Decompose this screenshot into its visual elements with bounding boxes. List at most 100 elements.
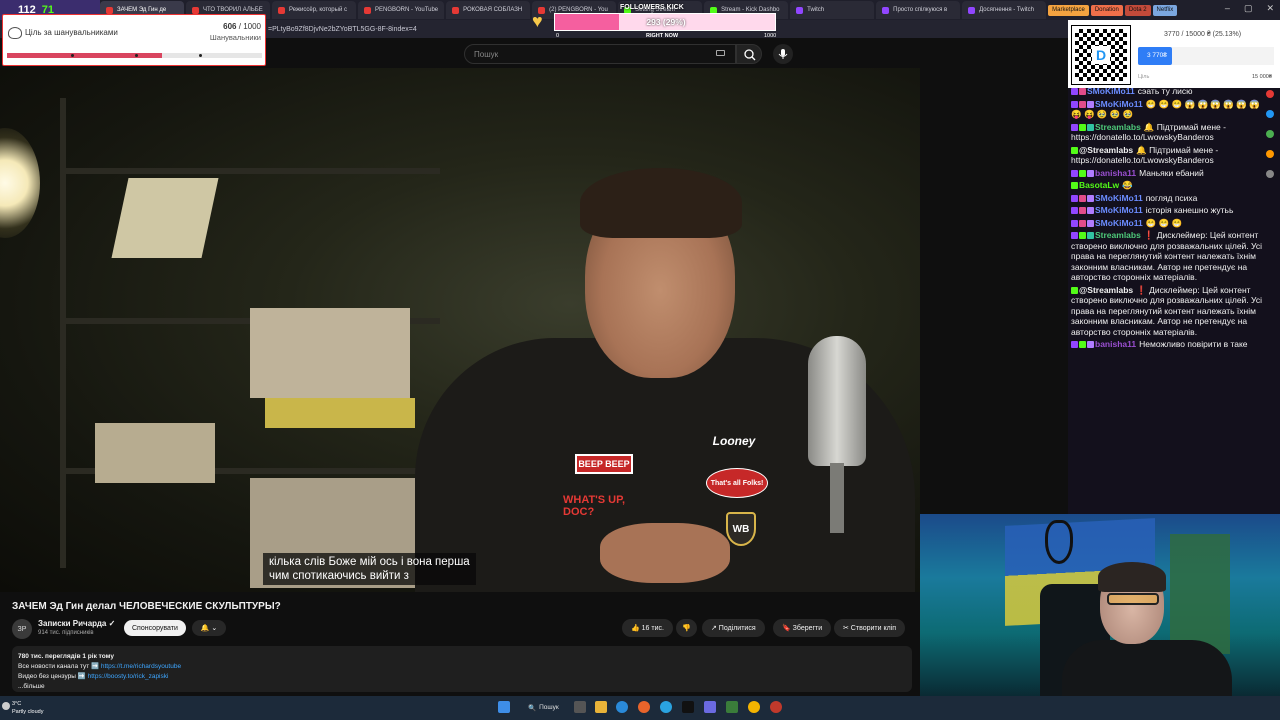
chat-username[interactable]: SMoKiMo11 [1095,99,1143,109]
file-explorer-icon[interactable] [595,701,607,713]
badge-icon [1071,182,1078,189]
cloud-icon [8,27,22,39]
badge-icon [1071,207,1078,214]
badge-icon [1071,219,1078,227]
description-text: Все новости канала тут ➡️ [18,663,101,670]
close-icon[interactable]: ✕ [1266,3,1274,14]
task-view-icon[interactable] [574,701,586,713]
telegram-icon[interactable] [660,701,672,713]
chat-username[interactable]: BasotaLw [1079,180,1119,190]
youtube-icon [192,6,199,14]
telegram-link[interactable]: https://t.me/richardsyoutube [101,663,181,670]
voice-search-button[interactable] [773,44,793,64]
studio-microphone [808,336,866,466]
chat-username[interactable]: banisha11 [1095,339,1136,349]
followers-kick-max: 1000 [764,33,777,39]
chat-text: Неможливо повірити в таке [1139,339,1248,349]
bookmark-item[interactable]: Dota 2 [1124,4,1151,16]
chat-username[interactable]: Streamlabs [1095,230,1141,240]
notification-bell-button[interactable]: 🔔 ⌄ [192,620,226,636]
chat-username[interactable]: SMoKiMo11 [1095,193,1143,203]
chat-text: 😂 [1122,180,1133,190]
share-button[interactable]: ↗ Поділитися [702,619,765,637]
taskbar-search[interactable]: 🔍 Пошук [522,701,565,714]
books [250,308,410,398]
discord-icon[interactable] [704,701,716,713]
minimize-icon[interactable]: – [1225,3,1230,14]
badge-icon [1079,100,1086,108]
maximize-icon[interactable]: ▢ [1244,3,1253,14]
save-button[interactable]: 🔖 Зберегти [773,619,832,637]
browser-tab[interactable]: Досягнення - Twitch [962,1,1047,19]
sidebar-app-icon[interactable] [1265,150,1274,158]
patch-whats-up: WHAT'S UP, DOC? [563,494,626,518]
video-title: ЗАЧЕМ Эд Гин делал ЧЕЛОВЕЧЕСКИЕ СКУЛЬПТУ… [12,601,281,612]
show-more-link[interactable]: ...більше [18,682,906,692]
badge-icon [1087,123,1094,131]
chat-username[interactable]: Streamlabs [1095,122,1141,132]
browser-tab[interactable]: Просто спілкуюся в [876,1,961,19]
video-player[interactable]: BEEP BEEP WHAT'S UP, DOC? Looney That's … [0,68,920,592]
chat-username[interactable]: banisha11 [1095,168,1136,178]
sidebar-add-icon[interactable] [1265,170,1274,178]
sponsor-button[interactable]: Спонсорувати [124,620,186,636]
chrome-icon[interactable] [748,701,760,713]
youtube-icon [364,6,371,14]
obs-icon[interactable] [682,701,694,713]
video-description[interactable]: 780 тис. переглядів 1 рік тому Все новос… [12,646,912,692]
bookmark-item[interactable]: Netflix [1152,4,1178,16]
search-input[interactable]: Пошук [464,44,736,64]
weather-icon[interactable] [2,702,10,710]
dislike-button[interactable]: 👎 [676,619,697,637]
chat-username[interactable]: @Streamlabs [1079,145,1133,155]
edge-icon[interactable] [616,701,628,713]
bookmark-item[interactable]: Marketplace [1048,4,1089,16]
sidebar-app-icon[interactable] [1265,90,1274,98]
start-icon[interactable] [498,701,510,713]
chat-message: SMoKiMo11 історія канешно жутьь [1071,205,1267,216]
channel-avatar[interactable]: ЗР [12,619,32,639]
channel-name[interactable]: Записки Ричарда ✓ [38,619,115,628]
view-stats: 780 тис. переглядів 1 рік тому [18,653,114,660]
keyboard-icon[interactable] [716,50,725,56]
firefox-icon[interactable] [638,701,650,713]
chat-username[interactable]: SMoKiMo11 [1095,218,1143,228]
browser-tab[interactable]: Twitch [790,1,875,19]
chat-text: погляд психа [1145,192,1198,203]
tab-label: Режиссёр, который с [289,7,347,13]
browser-tab[interactable]: РОКОВАЯ СОБЛАЗН [446,1,531,19]
app-icon[interactable] [770,701,782,713]
browser-tab[interactable]: Режиссёр, который с [272,1,356,19]
browser-sidebar [1259,86,1280,216]
browser-tab[interactable]: PENGBORN - YouTube [358,1,445,19]
donation-left-label: Ціль [1138,74,1150,80]
app-icon[interactable] [726,701,738,713]
window-controls: – ▢ ✕ [1225,3,1274,14]
chat-username[interactable]: SMoKiMo11 [1087,86,1135,96]
goal-marker [71,54,74,57]
badge-icon [1079,232,1086,239]
like-button[interactable]: 👍 16 тис. [622,619,673,637]
heart-icon: ♥ [532,11,543,31]
chat-text: Маньяки ебаний [1139,167,1204,178]
chat-username[interactable]: SMoKiMo11 [1095,205,1143,215]
sidebar-app-icon[interactable] [1265,130,1274,138]
description-line: Все новости канала тут ➡️ https://t.me/r… [18,662,906,672]
subtitle-line: кілька слів Боже мій ось і вона перша [269,556,470,568]
create-clip-button[interactable]: ✂ Створити кліп [834,619,906,637]
sticky-notes [265,398,415,428]
donation-total: 3770 / 15000 ₴ (25.13%) [1164,31,1242,38]
tab-label: РОКОВАЯ СОБЛАЗН [463,7,523,13]
goal-marker [135,54,138,57]
bookmark-item[interactable]: Donation [1090,4,1123,16]
search-button[interactable] [736,44,762,64]
chat-username[interactable]: @Streamlabs [1079,285,1133,295]
badge-icon [1087,100,1094,108]
subtitle-line: чим спотикаючись вийти з [269,570,409,582]
boosty-link[interactable]: https://boosty.to/rick_zapiski [88,673,169,680]
twitch-icon [796,6,804,14]
badge-icon [1087,194,1094,202]
sidebar-app-icon[interactable] [1265,110,1274,118]
followers-kick-bar: 293 (29%) [554,13,776,31]
weather-widget[interactable]: 3°C Partly cloudy [12,700,44,716]
